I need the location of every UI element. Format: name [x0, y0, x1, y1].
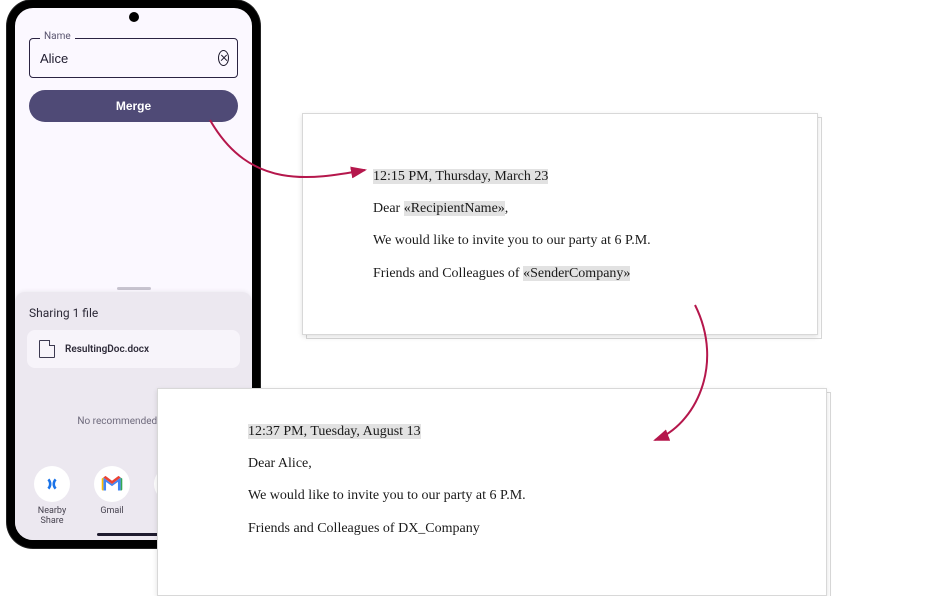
share-title: Sharing 1 file	[15, 292, 252, 328]
result-timestamp: 12:37 PM, Tuesday, August 13	[248, 424, 421, 439]
result-footer: Friends and Colleagues of DX_Company	[248, 520, 736, 538]
template-footer: Friends and Colleagues of «SenderCompany…	[373, 265, 747, 283]
template-greeting: Dear «RecipientName»,	[373, 200, 747, 218]
result-body: We would like to invite you to our party…	[248, 487, 736, 505]
sheet-drag-handle[interactable]	[117, 287, 151, 290]
share-target-label: Nearby Share	[29, 506, 75, 526]
merge-field-sender: «SenderCompany»	[523, 266, 630, 281]
template-document: 12:15 PM, Thursday, March 23 Dear «Recip…	[302, 113, 818, 335]
share-target-gmail[interactable]: Gmail	[89, 466, 135, 526]
name-field[interactable]: Name	[29, 38, 238, 78]
share-target-nearby[interactable]: Nearby Share	[29, 466, 75, 526]
camera-notch	[129, 12, 139, 22]
nearby-share-icon	[34, 466, 70, 502]
name-input[interactable]	[38, 50, 218, 67]
merge-field-recipient: «RecipientName»	[404, 201, 505, 216]
result-document: 12:37 PM, Tuesday, August 13 Dear Alice,…	[157, 388, 827, 596]
result-greeting: Dear Alice,	[248, 455, 736, 473]
name-field-label: Name	[40, 31, 75, 42]
share-target-label: Gmail	[89, 506, 135, 516]
file-name: ResultingDoc.docx	[65, 344, 149, 355]
clear-icon[interactable]	[218, 50, 229, 66]
file-card[interactable]: ResultingDoc.docx	[27, 330, 240, 368]
template-timestamp: 12:15 PM, Thursday, March 23	[373, 169, 548, 184]
gmail-icon	[94, 466, 130, 502]
merge-button[interactable]: Merge	[29, 90, 238, 122]
document-icon	[39, 340, 55, 358]
template-body: We would like to invite you to our party…	[373, 232, 747, 250]
